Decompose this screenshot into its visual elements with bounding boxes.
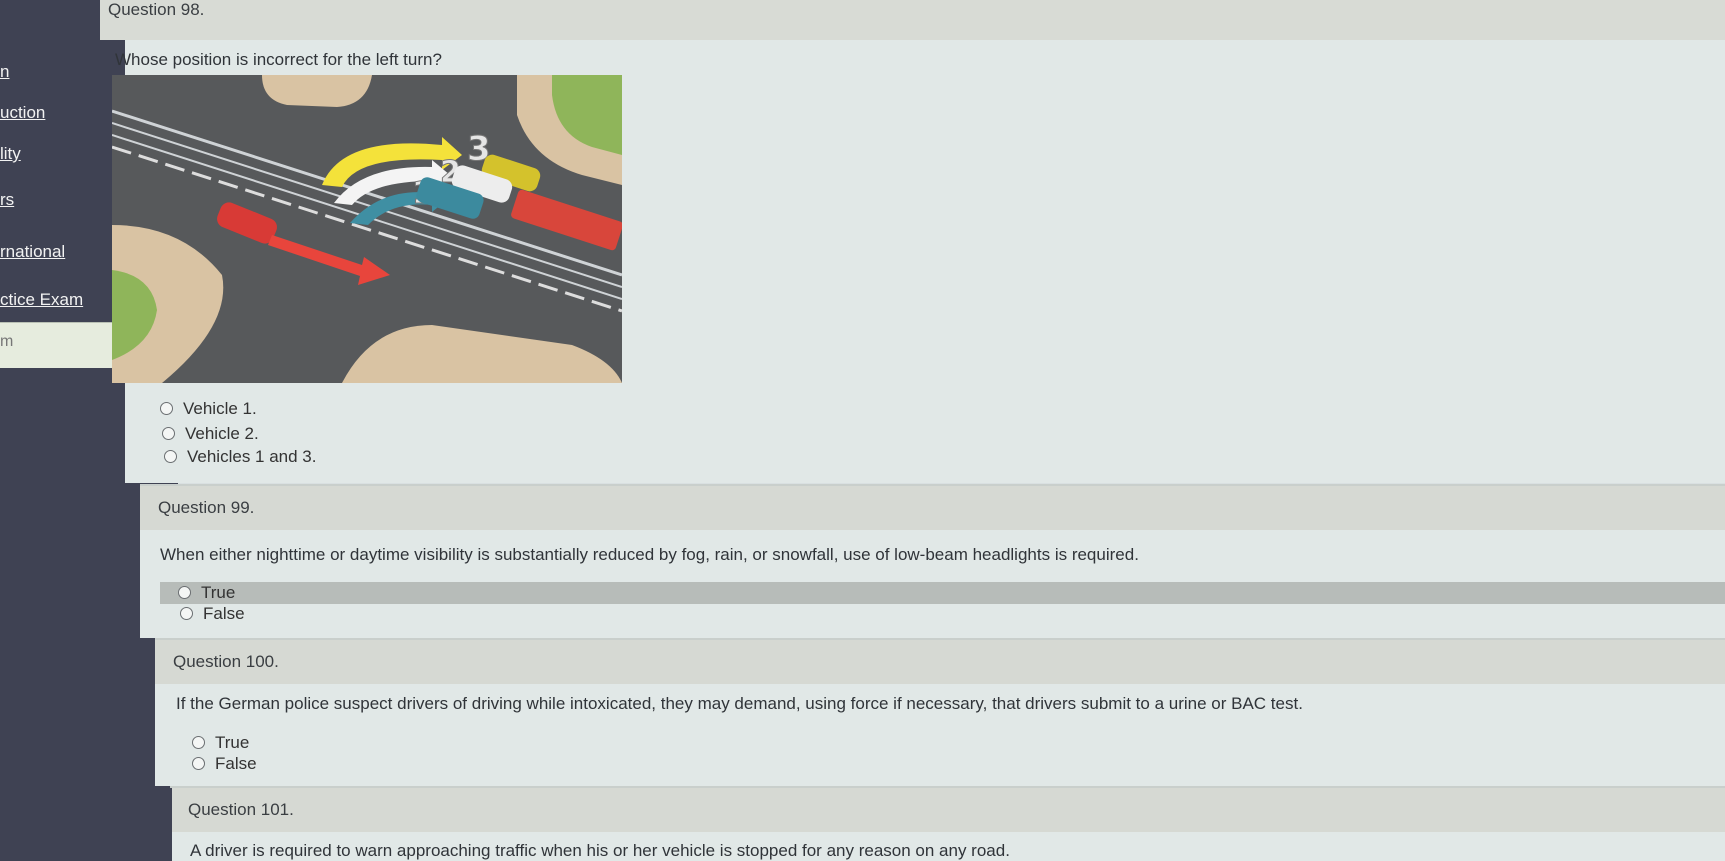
question-98-number: Question 98. xyxy=(108,0,205,19)
question-98-text: Whose position is incorrect for the left… xyxy=(115,50,442,69)
q100-option-false-label: False xyxy=(215,754,257,773)
radio-icon[interactable] xyxy=(162,427,175,440)
sidebar-item-international[interactable]: rnational xyxy=(0,242,65,262)
q100-option-false[interactable]: False xyxy=(192,754,257,774)
q99-option-true[interactable]: True xyxy=(178,583,235,603)
q98-option-1-label: Vehicle 1. xyxy=(183,399,257,418)
q98-option-1[interactable]: Vehicle 1. xyxy=(160,399,257,419)
question-100-text: If the German police suspect drivers of … xyxy=(176,694,1303,713)
radio-icon[interactable] xyxy=(160,402,173,415)
question-99-number: Question 99. xyxy=(158,498,255,517)
question-99-header: Question 99. xyxy=(140,486,1725,530)
sidebar-item-exam-active[interactable]: m xyxy=(0,322,125,370)
radio-icon[interactable] xyxy=(164,450,177,463)
radio-icon[interactable] xyxy=(180,607,193,620)
q99-option-true-label: True xyxy=(201,583,236,602)
question-99-text: When either nighttime or daytime visibil… xyxy=(160,545,1139,564)
q98-option-2[interactable]: Vehicle 2. xyxy=(162,424,259,444)
sidebar-item-practice-exam[interactable]: ctice Exam xyxy=(0,290,83,310)
sidebar-item-liability[interactable]: lity xyxy=(0,144,21,164)
sidebar-item-1[interactable]: n xyxy=(0,62,9,82)
q98-option-3[interactable]: Vehicles 1 and 3. xyxy=(164,447,316,467)
q100-option-true-label: True xyxy=(215,733,250,752)
radio-icon[interactable] xyxy=(178,586,191,599)
question-100-number: Question 100. xyxy=(173,652,279,671)
sidebar-item-introduction[interactable]: uction xyxy=(0,103,45,123)
question-98-header: Question 98. xyxy=(100,0,1725,40)
q100-option-true[interactable]: True xyxy=(192,733,249,753)
radio-icon[interactable] xyxy=(192,736,205,749)
sidebar-item-rs[interactable]: rs xyxy=(0,190,14,210)
q99-option-false[interactable]: False xyxy=(180,604,245,624)
sidebar-item-exam-label: m xyxy=(0,333,14,350)
q99-option-false-label: False xyxy=(203,604,245,623)
question-101-number: Question 101. xyxy=(188,800,294,819)
question-100-header: Question 100. xyxy=(155,640,1725,684)
q98-option-3-label: Vehicles 1 and 3. xyxy=(187,447,317,466)
radio-icon[interactable] xyxy=(192,757,205,770)
intersection-diagram-image: 3 2 1 xyxy=(112,75,622,383)
q98-option-2-label: Vehicle 2. xyxy=(185,424,259,443)
question-101-text: A driver is required to warn approaching… xyxy=(190,841,1010,860)
question-101-header: Question 101. xyxy=(172,788,1725,832)
q99-option-true-hover-row[interactable] xyxy=(160,582,1725,604)
